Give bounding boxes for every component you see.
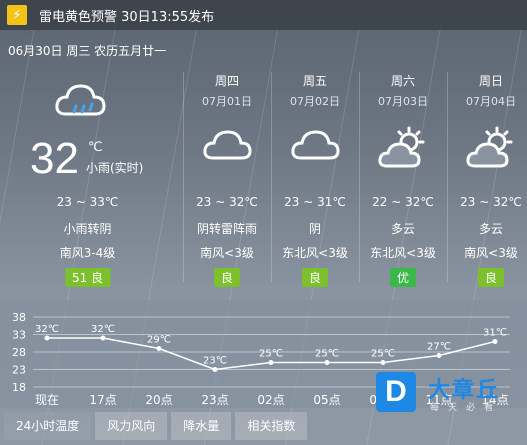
forecast-day[interactable]: 周五 07月02日 23 ~ 31℃ 阴 东北风<3级 良 [271,62,359,297]
day-name: 周五 [302,74,327,88]
day-aqi-badge[interactable]: 良 [477,268,505,287]
temperature-value-label: 25℃ [315,349,339,360]
cloud-icon [291,130,340,160]
day-date: 07月04日 [466,95,516,108]
day-condition: 多云 [390,222,415,236]
tab-precipitation[interactable]: 降水量 [171,412,232,440]
y-tick-label: 33 [12,329,26,342]
cloud-icon [203,130,252,160]
y-tick-label: 23 [12,364,26,377]
cloud-rain-icon [55,84,106,116]
day-temp-range: 23 ~ 31℃ [284,195,346,209]
current-condition: 小雨(实时) [86,161,144,175]
partly-cloudy-icon [378,126,425,168]
temperature-value-label: 31℃ [483,328,507,339]
day-wind: 南风<3级 [200,246,254,260]
chart-tabs: 24小时温度 风力风向 降水量 相关指数 [0,412,308,440]
current-temperature: 32 [30,134,79,183]
x-tick-label: 02点 [257,393,284,407]
day-aqi-badge[interactable]: 优 [389,268,417,287]
tab-indices[interactable]: 相关指数 [235,412,308,440]
temperature-point [380,360,386,365]
x-tick-label: 23点 [201,393,228,407]
today-temp-range: 23 ~ 33℃ [56,195,119,209]
temperature-point [268,360,274,365]
temperature-point [156,346,162,351]
brand-logo-icon: D [376,372,416,412]
temperature-value-label: 29℃ [147,335,171,346]
x-tick-label: 17点 [89,393,116,407]
tab-24h-temperature[interactable]: 24小时温度 [4,412,92,440]
temperature-value-label: 25℃ [259,349,283,360]
day-wind: 东北风<3级 [282,246,348,260]
day-wind: 东北风<3级 [370,246,436,260]
temperature-value-label: 32℃ [35,324,59,335]
temperature-point [436,353,442,358]
forecast-day[interactable]: 周日 07月04日 23 ~ 32℃ 多云 南风<3级 良 [447,62,527,297]
forecast-day[interactable]: 周四 07月01日 23 ~ 32℃ 阴转雷阵雨 南风<3级 良 [183,62,271,297]
brand-watermark: D 大章丘 每天必看 [376,370,526,418]
day-date: 07月03日 [378,95,428,108]
temperature-point [492,339,498,344]
y-tick-label: 28 [12,346,26,359]
today-condition: 小雨转阴 [63,222,112,236]
lightning-icon: ⚡ [7,5,27,25]
y-tick-label: 38 [12,311,26,324]
day-name: 周四 [214,74,239,88]
temperature-value-label: 23℃ [203,356,227,367]
day-condition: 阴转雷阵雨 [196,222,257,236]
temperature-value-label: 25℃ [371,349,395,360]
temperature-point [100,335,106,341]
temperature-value-label: 32℃ [91,324,115,335]
today-panel: 32 ℃ 小雨(实时) 23 ~ 33℃ 小雨转阴 南风3-4级 51 良 [0,62,175,297]
temperature-unit: ℃ [88,140,103,155]
brand-slogan: 每天必看 [430,403,503,413]
day-temp-range: 23 ~ 32℃ [196,195,258,209]
today-wind: 南风3-4级 [59,246,116,260]
temperature-point [324,360,330,365]
forecast-day[interactable]: 周六 07月03日 22 ~ 32℃ 多云 东北风<3级 优 [359,62,447,297]
day-wind: 南风<3级 [464,246,518,260]
date-line: 06月30日 周三 农历五月廿一 [8,44,167,58]
day-aqi-badge[interactable]: 良 [213,268,241,287]
x-tick-label: 现在 [35,393,59,407]
partly-cloudy-icon [466,126,513,168]
tab-wind[interactable]: 风力风向 [95,412,168,440]
day-temp-range: 23 ~ 32℃ [460,195,522,209]
temperature-value-label: 27℃ [427,342,451,353]
alert-text[interactable]: 雷电黄色预警 30日13:55发布 [39,6,214,25]
y-tick-label: 18 [12,381,26,394]
x-tick-label: 05点 [313,393,340,407]
day-date: 07月01日 [202,95,252,108]
day-aqi-badge[interactable]: 良 [301,268,329,287]
day-temp-range: 22 ~ 32℃ [372,195,434,209]
day-date: 07月02日 [290,95,340,108]
x-tick-label: 20点 [145,393,172,407]
day-condition: 多云 [478,222,503,236]
weather-alert-bar[interactable]: ⚡ 雷电黄色预警 30日13:55发布 [0,0,527,30]
day-condition: 阴 [308,222,321,236]
day-name: 周日 [478,74,503,88]
today-aqi-badge[interactable]: 51 良 [64,268,111,287]
temperature-point [44,335,50,341]
day-name: 周六 [390,74,415,88]
temperature-point [212,367,218,372]
